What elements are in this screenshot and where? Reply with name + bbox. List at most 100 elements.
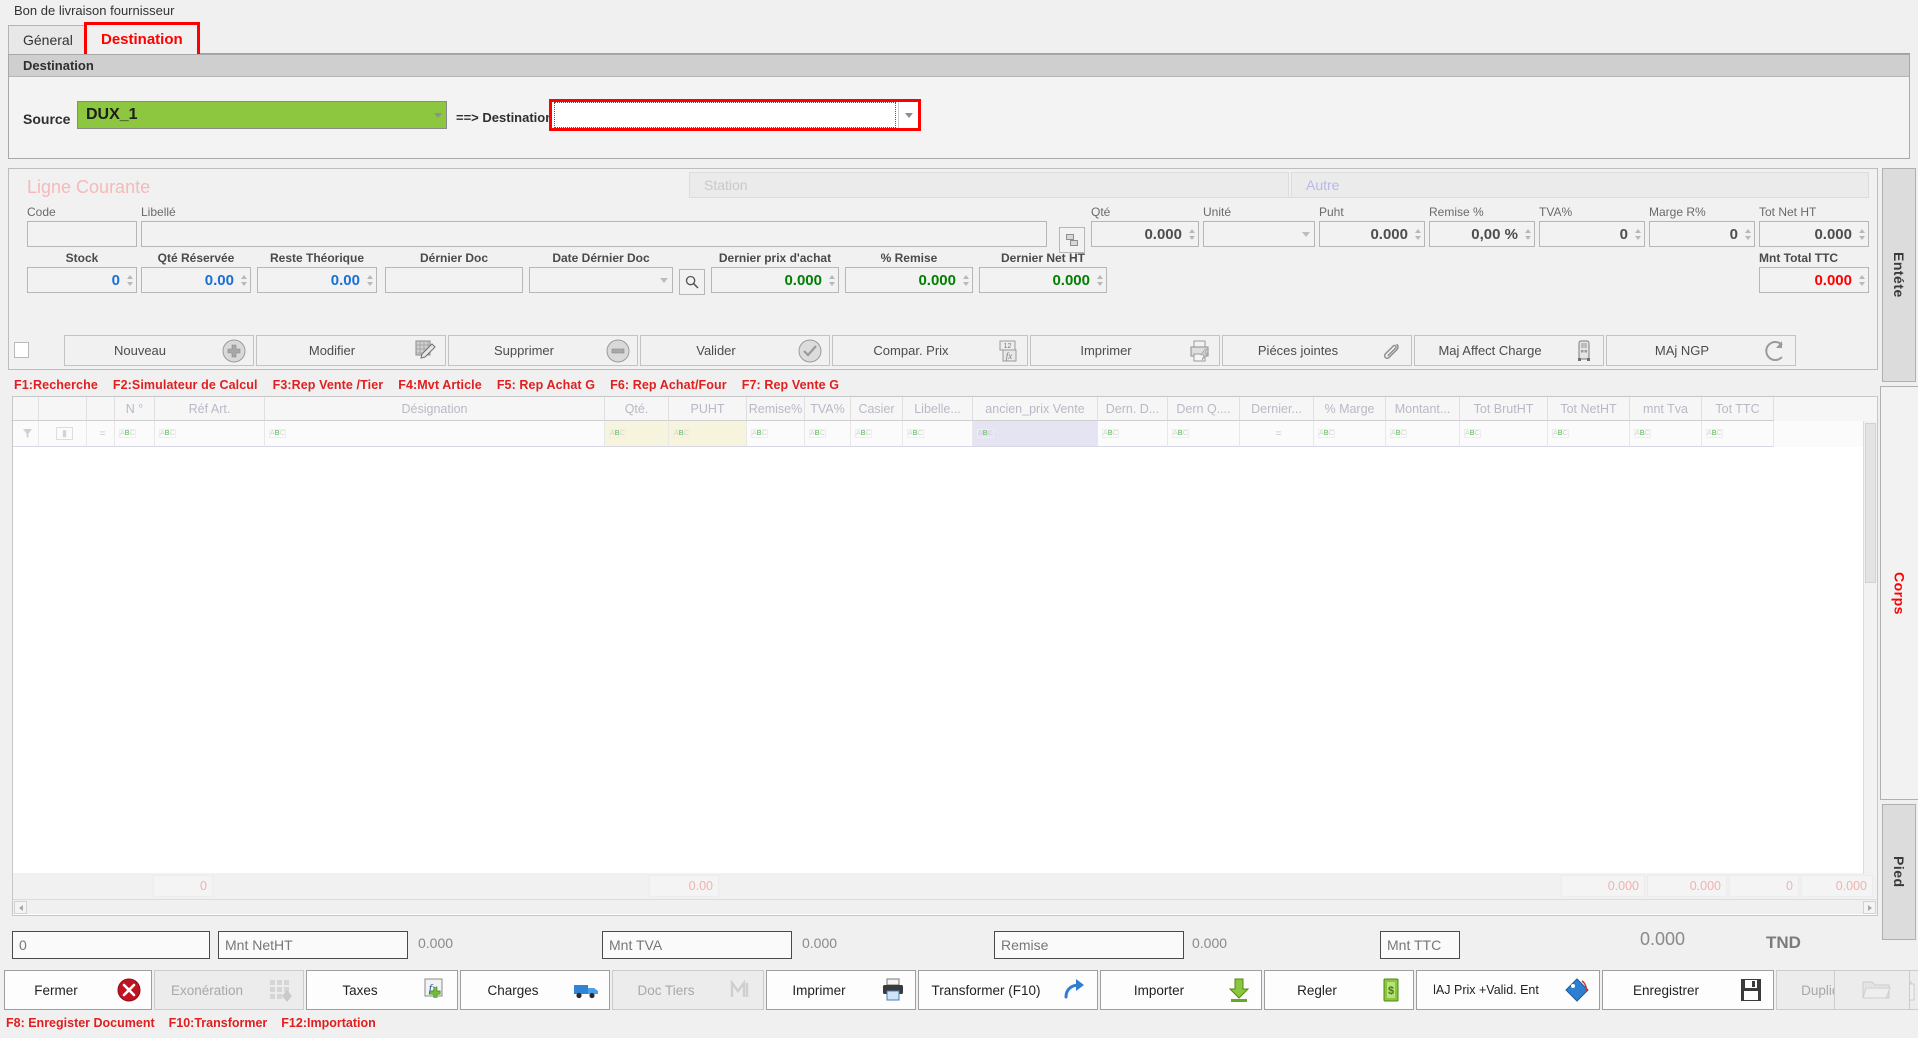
tab-general[interactable]: Géneral <box>8 25 88 54</box>
grid-column-header[interactable]: Montant... <box>1386 397 1460 421</box>
fermer-button[interactable]: Fermer <box>4 970 152 1010</box>
imprimer-line-button[interactable]: Imprimer <box>1030 335 1220 366</box>
grid-column-header[interactable]: Tot BrutHT <box>1460 397 1548 421</box>
grid-filter-cell[interactable]: ABC <box>605 421 669 447</box>
remise-pct-spinner[interactable] <box>1523 222 1534 246</box>
comparprix-button[interactable]: Compar. Prix 12 fx <box>832 335 1028 366</box>
grid-filter-cell[interactable]: = <box>1240 421 1314 447</box>
dernier-doc-input[interactable] <box>385 267 523 293</box>
maj-prix-valid-ent-button[interactable]: lAJ Prix +Valid. Ent <box>1416 970 1600 1010</box>
grid-filter-cell[interactable]: ABC <box>903 421 973 447</box>
importer-button[interactable]: Importer <box>1100 970 1262 1010</box>
modifier-button[interactable]: Modifier <box>256 335 446 366</box>
destination-combobox[interactable] <box>549 99 921 131</box>
remise-pct-input[interactable]: 0,00 % <box>1429 221 1535 247</box>
tot-net-ht-input[interactable]: 0.000 <box>1759 221 1869 247</box>
mnt-total-ttc-input[interactable]: 0.000 <box>1759 267 1869 293</box>
grid-body[interactable] <box>13 447 1877 873</box>
fkey-f12[interactable]: F12:Importation <box>281 1016 375 1030</box>
grid-column-header[interactable] <box>87 397 115 421</box>
grid-filter-cell[interactable]: ABC <box>1314 421 1386 447</box>
select-all-checkbox[interactable] <box>14 342 29 358</box>
grid-filter-cell[interactable]: ABC <box>1460 421 1548 447</box>
grid-column-header[interactable]: ancien_prix Vente <box>973 397 1098 421</box>
destination-value[interactable] <box>554 102 896 128</box>
grid-column-header[interactable]: Réf Art. <box>155 397 265 421</box>
qte-reservee-input[interactable]: 0.00 <box>141 267 251 293</box>
vtab-pied[interactable]: Pied <box>1882 804 1916 940</box>
grid-filter-cell[interactable]: ▮ <box>39 421 87 447</box>
unite-combobox[interactable] <box>1203 221 1315 247</box>
reste-theorique-input[interactable]: 0.00 <box>257 267 377 293</box>
open-folder-button[interactable] <box>1834 970 1910 1010</box>
search-icon-button[interactable] <box>679 269 705 295</box>
grid-column-header[interactable]: N ° <box>115 397 155 421</box>
enregistrer-button[interactable]: Enregistrer <box>1602 970 1774 1010</box>
pieces-jointes-button[interactable]: Piéces jointes <box>1222 335 1412 366</box>
dernier-prix-achat-input[interactable]: 0.000 <box>711 267 839 293</box>
grid-filter-cell[interactable]: ABC <box>1702 421 1774 447</box>
valider-button[interactable]: Valider <box>640 335 830 366</box>
grid-filter-cell[interactable]: = <box>87 421 115 447</box>
transformer-button[interactable]: Transformer (F10) <box>918 970 1098 1010</box>
pct-remise-spinner[interactable] <box>961 268 972 292</box>
scroll-left-icon[interactable] <box>14 901 27 914</box>
regler-button[interactable]: Regler $ <box>1264 970 1414 1010</box>
maj-affect-charge-button[interactable]: Maj Affect Charge <box>1414 335 1604 366</box>
vtab-corps[interactable]: Corps <box>1880 386 1918 800</box>
chevron-down-icon[interactable] <box>656 268 672 292</box>
grid-column-header[interactable]: Tot NetHT <box>1548 397 1630 421</box>
grid-filter-cell[interactable]: ABC <box>1168 421 1240 447</box>
grid-column-header[interactable]: mnt Tva <box>1630 397 1702 421</box>
grid-filter-cell[interactable]: ABC <box>851 421 903 447</box>
grid-column-header[interactable]: Dern. D... <box>1098 397 1168 421</box>
grid-filter-cell[interactable]: ABC <box>155 421 265 447</box>
vtab-entete[interactable]: Entéte <box>1882 168 1916 382</box>
fkey-f1[interactable]: F1:Recherche <box>14 378 98 392</box>
copy-lines-icon-button[interactable] <box>1059 227 1085 253</box>
exoneration-button[interactable]: Exonération <box>154 970 304 1010</box>
fkey-f7[interactable]: F7: Rep Vente G <box>742 378 839 392</box>
grid-column-header[interactable] <box>13 397 39 421</box>
fkey-f3[interactable]: F3:Rep Vente /Tier <box>273 378 384 392</box>
grid-column-header[interactable]: % Marge <box>1314 397 1386 421</box>
tot-net-ht-spinner[interactable] <box>1857 222 1868 246</box>
fkey-f4[interactable]: F4:Mvt Article <box>398 378 482 392</box>
reste-theorique-spinner[interactable] <box>365 268 376 292</box>
grid-filter-cell[interactable]: ABC <box>1098 421 1168 447</box>
grid-filter-cell[interactable]: ABC <box>805 421 851 447</box>
grid-column-header[interactable]: Remise% <box>747 397 805 421</box>
fkey-f8[interactable]: F8: Enregister Document <box>6 1016 155 1030</box>
marge-r-input[interactable]: 0 <box>1649 221 1755 247</box>
source-combobox[interactable]: DUX_1 <box>77 101 447 129</box>
puht-spinner[interactable] <box>1413 222 1424 246</box>
nouveau-button[interactable]: Nouveau <box>64 335 254 366</box>
imprimer-button[interactable]: Imprimer <box>766 970 916 1010</box>
grid-filter-cell[interactable]: ABC <box>669 421 747 447</box>
maj-ngp-button[interactable]: MAj NGP <box>1606 335 1796 366</box>
qte-input[interactable]: 0.000 <box>1091 221 1199 247</box>
libelle-input[interactable] <box>141 221 1047 247</box>
dernier-net-ht-spinner[interactable] <box>1095 268 1106 292</box>
pct-remise-input[interactable]: 0.000 <box>845 267 973 293</box>
grid-column-header[interactable]: Dern Q.... <box>1168 397 1240 421</box>
tab-destination[interactable]: Destination <box>84 22 200 57</box>
grid-vertical-scrollbar[interactable] <box>1863 421 1877 874</box>
subtab-autre[interactable]: Autre <box>1291 172 1869 197</box>
marge-r-spinner[interactable] <box>1743 222 1754 246</box>
qte-spinner[interactable] <box>1187 222 1198 246</box>
dernier-prix-achat-spinner[interactable] <box>827 268 838 292</box>
date-dernier-doc-input[interactable] <box>529 267 673 293</box>
grid-column-header[interactable]: Libelle... <box>903 397 973 421</box>
fkey-f10[interactable]: F10:Transformer <box>169 1016 268 1030</box>
taxes-button[interactable]: Taxes fx <box>306 970 458 1010</box>
grid-column-header[interactable]: Désignation <box>265 397 605 421</box>
grid-filter-cell[interactable]: ABC <box>115 421 155 447</box>
mnt-total-ttc-spinner[interactable] <box>1857 268 1868 292</box>
fkey-f6[interactable]: F6: Rep Achat/Four <box>610 378 727 392</box>
puht-input[interactable]: 0.000 <box>1319 221 1425 247</box>
tva-pct-spinner[interactable] <box>1633 222 1644 246</box>
stock-input[interactable]: 0 <box>27 267 137 293</box>
doc-tiers-button[interactable]: Doc Tiers <box>612 970 764 1010</box>
grid-filter-cell[interactable]: ABC <box>973 421 1098 447</box>
